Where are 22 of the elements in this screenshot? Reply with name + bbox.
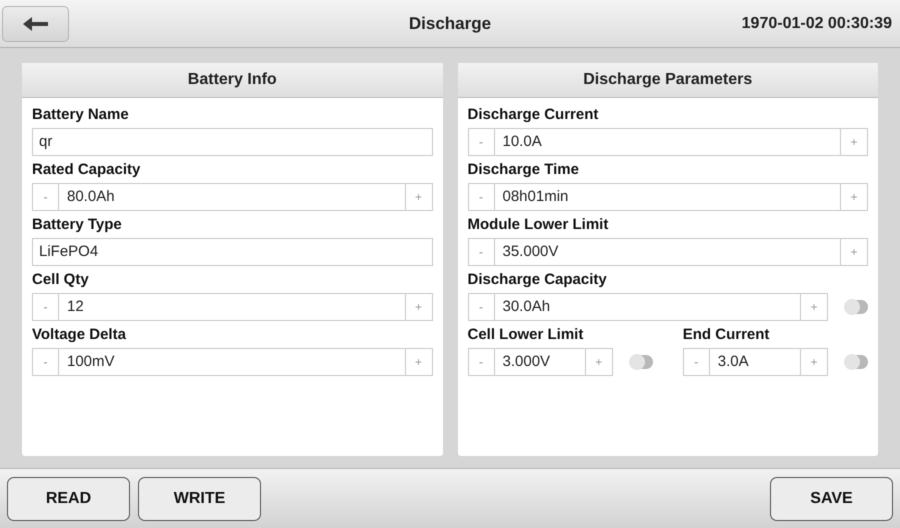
field-label: Voltage Delta	[32, 325, 127, 345]
panel-title: Discharge Parameters	[583, 70, 752, 90]
save-button[interactable]: SAVE	[770, 476, 893, 520]
field-label: Cell Qty	[32, 270, 90, 290]
field-label: Battery Type	[32, 215, 123, 235]
field-label: Battery Name	[32, 105, 130, 125]
action-button[interactable]: WRITE	[138, 476, 261, 520]
field-label: Discharge Time	[468, 160, 580, 180]
field-label: Discharge Capacity	[468, 270, 608, 290]
back-button[interactable]	[2, 6, 69, 42]
field-label: Cell Lower Limit	[468, 325, 584, 345]
field-label: Rated Capacity	[32, 160, 142, 180]
field-label: Module Lower Limit	[468, 215, 610, 235]
panel-title: Battery Info	[188, 70, 277, 90]
date-time: 1970-01-02 00:30:39	[740, 14, 893, 34]
page-title: Discharge	[408, 12, 492, 35]
back-arrow-icon	[22, 16, 50, 32]
text-field[interactable]: qr	[32, 128, 432, 156]
action-button[interactable]: READ	[7, 476, 130, 520]
field-label: Discharge Current	[468, 105, 600, 125]
text-field[interactable]: LiFePO4	[32, 238, 432, 266]
field-label: End Current	[682, 325, 770, 345]
